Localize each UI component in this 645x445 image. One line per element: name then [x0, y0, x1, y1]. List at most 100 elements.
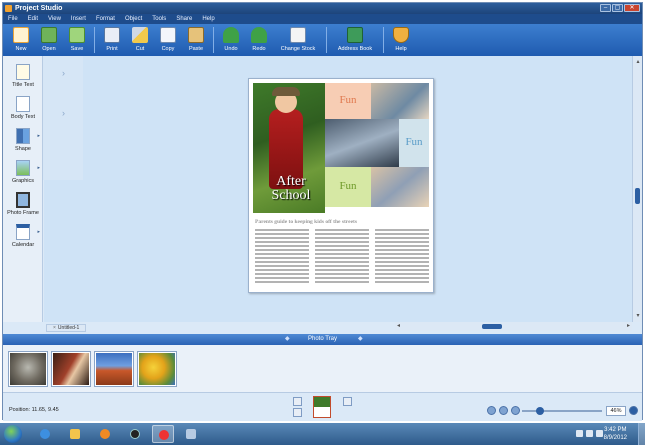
- volume-icon[interactable]: [596, 430, 603, 437]
- kids-reading-photo[interactable]: [371, 83, 429, 119]
- page-settings-icon[interactable]: [343, 397, 352, 406]
- graphics-expand-arrow-icon[interactable]: ▸: [37, 165, 40, 171]
- graphics-tool[interactable]: Graphics ▸: [3, 160, 43, 184]
- maximize-button[interactable]: ▢: [612, 4, 623, 12]
- tray-photo-desert[interactable]: [94, 351, 134, 387]
- tray-photo-dancer[interactable]: [51, 351, 91, 387]
- paste-button[interactable]: Paste: [182, 24, 210, 56]
- calendar-expand-arrow-icon[interactable]: ▸: [37, 229, 40, 235]
- zoom-slider-knob[interactable]: [536, 407, 544, 415]
- system-clock[interactable]: 3:42 PM 8/9/2012: [604, 426, 627, 442]
- taskbar-media-center[interactable]: [124, 425, 146, 443]
- photo-frame-tool[interactable]: Photo Frame: [3, 192, 43, 216]
- zoom-out-icon[interactable]: [499, 406, 508, 415]
- vertical-scroll-thumb[interactable]: [635, 188, 640, 204]
- show-desktop-button[interactable]: [638, 423, 645, 445]
- menu-format[interactable]: Format: [96, 14, 115, 24]
- open-button[interactable]: Open: [35, 24, 63, 56]
- tray-photo-flowers[interactable]: [137, 351, 177, 387]
- undo-icon: [223, 27, 239, 43]
- menu-file[interactable]: File: [8, 14, 18, 24]
- menu-tools[interactable]: Tools: [152, 14, 166, 24]
- fun-block-1[interactable]: Fun: [325, 83, 371, 119]
- document-page[interactable]: After School Fun Fun Fun Parents guide t…: [248, 78, 434, 293]
- undo-button[interactable]: Undo: [217, 24, 245, 56]
- page-thumbnail[interactable]: [313, 396, 331, 418]
- zoom-percentage[interactable]: 46%: [606, 406, 626, 416]
- save-label: Save: [70, 46, 84, 52]
- expand-chevron-icon[interactable]: ›: [62, 108, 65, 118]
- tools-panel: Title Text Body Text Shape ▸ Graphics ▸ …: [3, 56, 43, 322]
- fun-block-2[interactable]: Fun: [399, 119, 429, 167]
- print-button[interactable]: Print: [98, 24, 126, 56]
- clock-date: 8/9/2012: [603, 435, 627, 441]
- photo-tray-header[interactable]: ◆ Photo Tray ◆: [3, 334, 642, 345]
- new-button[interactable]: New: [7, 24, 35, 56]
- redo-button[interactable]: Redo: [245, 24, 273, 56]
- help-button[interactable]: Help: [387, 24, 415, 56]
- design-canvas[interactable]: After School Fun Fun Fun Parents guide t…: [44, 56, 632, 322]
- zoom-in-icon[interactable]: [511, 406, 520, 415]
- delete-page-icon[interactable]: [293, 408, 302, 417]
- chevron-up-icon[interactable]: ◆: [285, 334, 290, 345]
- cut-button[interactable]: Cut: [126, 24, 154, 56]
- article-column-3[interactable]: [375, 229, 429, 285]
- vertical-scrollbar[interactable]: ▴ ▾: [632, 56, 642, 322]
- scroll-up-icon[interactable]: ▴: [634, 58, 642, 66]
- calendar-tool[interactable]: Calendar ▸: [3, 224, 43, 248]
- boy-photo[interactable]: After School: [253, 83, 325, 213]
- body-text-tool[interactable]: Body Text: [3, 96, 43, 120]
- headline-text[interactable]: After School: [261, 175, 321, 203]
- zoom-menu-icon[interactable]: [629, 406, 638, 415]
- action-center-icon[interactable]: [576, 430, 583, 437]
- address-book-button[interactable]: Address Book: [330, 24, 380, 56]
- save-button[interactable]: Save: [63, 24, 91, 56]
- article-heading[interactable]: Parents guide to keeping kids off the st…: [255, 219, 431, 225]
- scroll-left-icon[interactable]: ◂: [397, 322, 400, 329]
- redo-icon: [251, 27, 267, 43]
- copy-button[interactable]: Copy: [154, 24, 182, 56]
- article-column-1[interactable]: [255, 229, 309, 285]
- add-page-icon[interactable]: [293, 397, 302, 406]
- title-text-icon: [16, 64, 30, 80]
- boy-hat: [272, 87, 300, 96]
- start-button[interactable]: [4, 425, 22, 443]
- window-controls: – ▢ ✕: [600, 4, 640, 12]
- kids-table-photo[interactable]: [325, 119, 399, 167]
- taskbar-file-explorer[interactable]: [64, 425, 86, 443]
- shape-tool[interactable]: Shape ▸: [3, 128, 43, 152]
- document-tab[interactable]: × Untitled-1: [46, 324, 87, 332]
- horizontal-scrollbar[interactable]: ◂ ▸: [395, 322, 632, 331]
- minimize-button[interactable]: –: [600, 4, 611, 12]
- chevron-down-icon[interactable]: ◆: [358, 334, 363, 345]
- menu-insert[interactable]: Insert: [71, 14, 86, 24]
- menu-view[interactable]: View: [48, 14, 61, 24]
- scroll-right-icon[interactable]: ▸: [627, 322, 630, 329]
- shapes-icon: [16, 128, 30, 144]
- taskbar-media-player[interactable]: [94, 425, 116, 443]
- close-tab-icon[interactable]: ×: [53, 325, 56, 331]
- shape-expand-arrow-icon[interactable]: ▸: [37, 133, 40, 139]
- menu-edit[interactable]: Edit: [28, 14, 38, 24]
- network-icon[interactable]: [586, 430, 593, 437]
- taskbar-internet-explorer[interactable]: [34, 425, 56, 443]
- change-stock-button[interactable]: Change Stock: [273, 24, 323, 56]
- fun-block-3[interactable]: Fun: [325, 167, 371, 207]
- close-button[interactable]: ✕: [624, 4, 640, 12]
- kids-crafting-photo[interactable]: [371, 167, 429, 207]
- menu-share[interactable]: Share: [176, 14, 192, 24]
- zoom-slider[interactable]: [522, 407, 602, 415]
- zoom-fit-icon[interactable]: [487, 406, 496, 415]
- printer-icon: [104, 27, 120, 43]
- expand-chevron-icon[interactable]: ›: [62, 68, 65, 78]
- taskbar-pinned-app[interactable]: [180, 425, 202, 443]
- taskbar-project-studio[interactable]: [152, 425, 174, 443]
- horizontal-scroll-thumb[interactable]: [482, 324, 502, 329]
- scroll-down-icon[interactable]: ▾: [634, 312, 642, 320]
- menu-help[interactable]: Help: [202, 14, 214, 24]
- tray-photo-koala[interactable]: [8, 351, 48, 387]
- menu-object[interactable]: Object: [125, 14, 142, 24]
- title-text-tool[interactable]: Title Text: [3, 64, 43, 88]
- shape-label: Shape: [15, 146, 31, 152]
- article-column-2[interactable]: [315, 229, 369, 285]
